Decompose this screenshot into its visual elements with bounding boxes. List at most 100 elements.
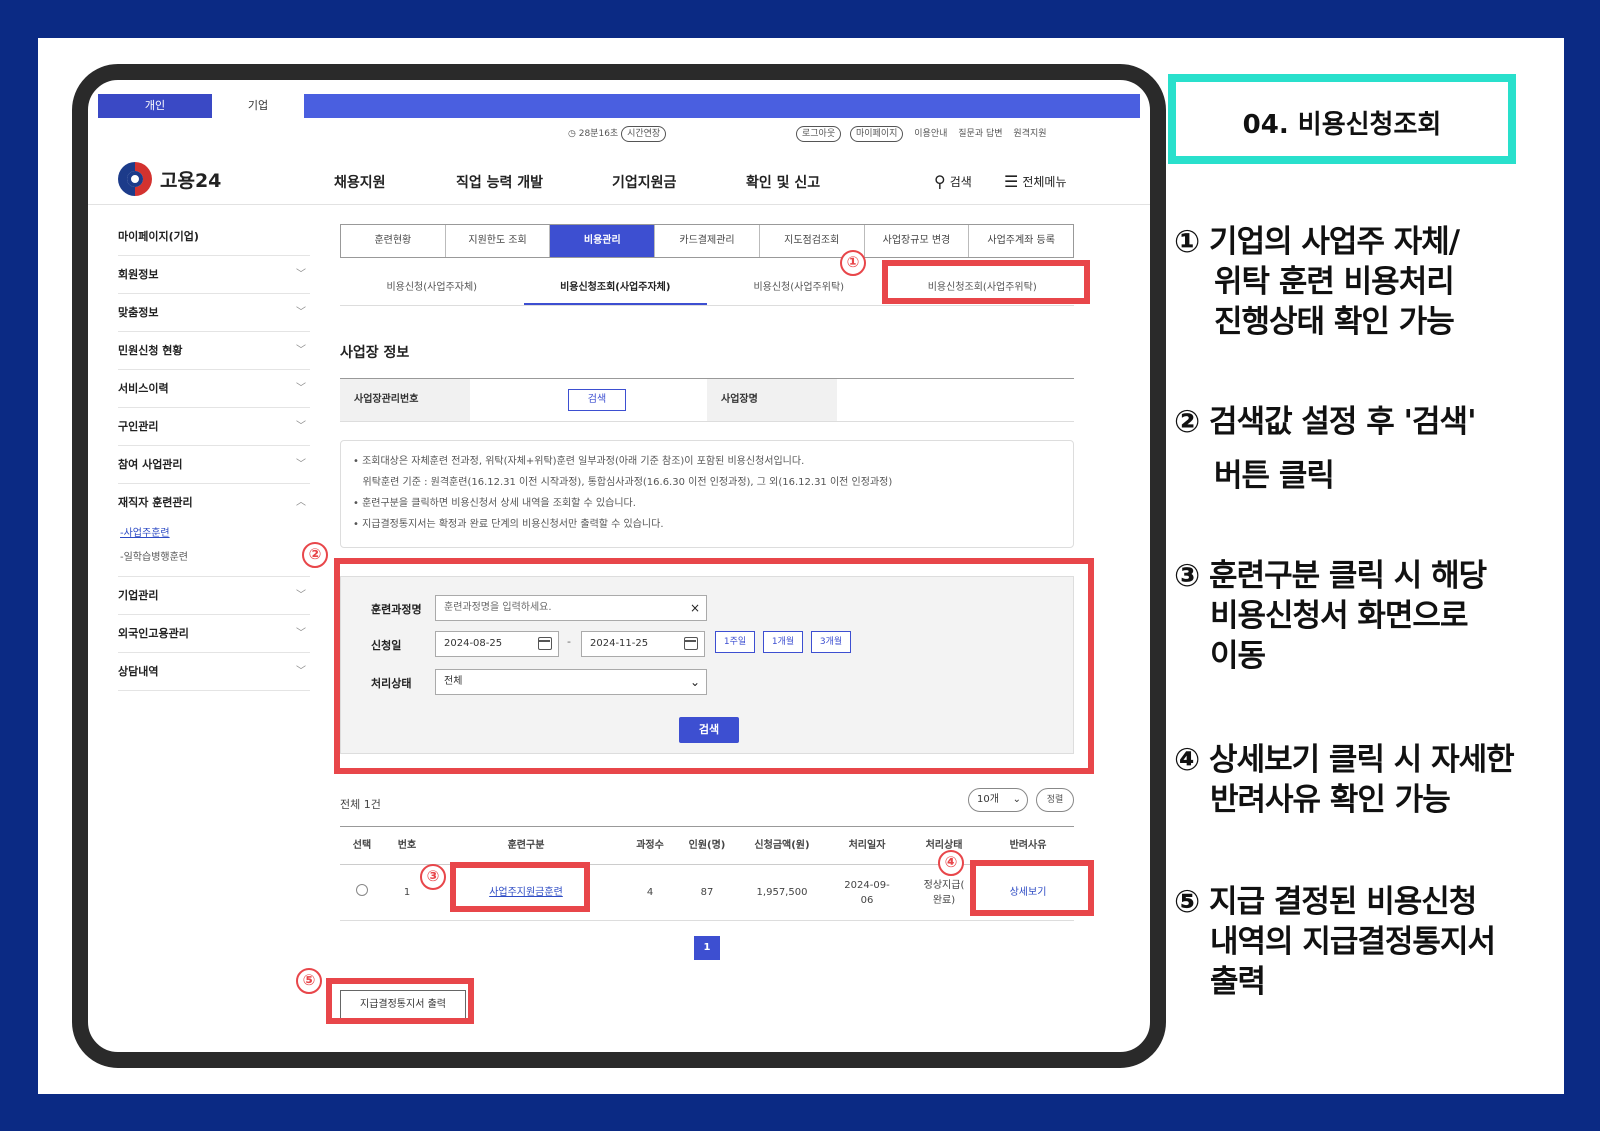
gnb-job-support[interactable]: 채용지원 [334,172,386,192]
note-num: ④ [1174,742,1200,778]
sidebar: 마이페이지(기업) 회원정보 ﹀ 맞춤정보 ﹀ 민원신청 현황 ﹀ 서비스이력 ﹀ 구인… [118,218,310,691]
logout-button[interactable]: 로그아웃 [796,126,842,142]
notice-box: • 조회대상은 자체훈련 전과정, 위탁(자체+위탁)훈련 일부과정(아래 기준… [340,440,1074,548]
row-people: 87 [700,887,714,898]
total-count: 전체 1건 [340,798,381,811]
annotation-box-2 [334,558,1094,774]
tab-account[interactable]: 사업주계좌 등록 [969,225,1073,257]
col-select: 선택 [352,840,372,851]
row-radio[interactable] [356,884,368,896]
business-name-label: 사업장명 [707,379,837,421]
notice-line: • 지급결정통지서는 확정과 완료 단계의 비용신청서만 출력할 수 있습니다. [353,519,664,530]
brand-name: 고용24 [160,169,222,192]
search-icon: ⚲ [934,172,946,191]
sidebar-item-foreign[interactable]: 외국인고용관리 ﹀ [118,615,310,653]
sidebar-subitem-work-study[interactable]: -일학습병행훈련 [118,546,310,577]
tab-company[interactable]: 기업 [212,94,304,118]
sidebar-item-consult[interactable]: 상담내역 ﹀ [118,653,310,691]
chevron-down-icon: ﹀ [296,269,306,280]
sidebar-item-custom[interactable]: 맞춤정보 ﹀ [118,294,310,332]
sidebar-item-recruit[interactable]: 구인관리 ﹀ [118,408,310,446]
pagination-page-1[interactable]: 1 [694,936,720,960]
row-select [340,884,384,901]
chevron-down-icon: ﹀ [296,307,306,318]
table-header: 선택 번호 훈련구분 과정수 인원(명) 신청금액(원) 처리일자 처리상태 반… [340,827,1074,865]
sidebar-item-label: 회원정보 [118,268,159,281]
session-timer: ◷ 28분16초 시간연장 [568,126,667,142]
section-title: 사업장 정보 [340,345,410,361]
note-line: 출력 [1210,964,1266,1000]
sidebar-item-member[interactable]: 회원정보 ﹀ [118,256,310,294]
note-line: 반려사유 확인 가능 [1210,782,1451,818]
row-date-line1: 2024-09- [844,879,890,891]
note-line: 진행상태 확인 가능 [1214,304,1455,340]
row-date: 2024-09- 06 [828,878,906,908]
main-tabs: 훈련현황 지원한도 조회 비용관리 카드결제관리 지도점검조회 사업장규모 변경… [340,224,1074,258]
sort-button[interactable]: 정렬 [1036,788,1074,812]
sidebar-item-label: 구인관리 [118,420,159,433]
col-type: 훈련구분 [507,840,545,851]
notice-line: 위탁훈련 기준 : 원격훈련(16.12.31 이전 시작과정), 통합심사과정… [353,477,893,488]
gnb-report[interactable]: 확인 및 신고 [746,172,820,192]
tab-cost-management[interactable]: 비용관리 [550,225,656,257]
gnb-skill-development[interactable]: 직업 능력 개발 [456,172,543,192]
sidebar-item-label: 서비스이력 [118,382,169,395]
business-search-button[interactable]: 검색 [568,389,626,411]
tab-apply-self[interactable]: 비용신청(사업주자체) [340,272,524,305]
sidebar-item-label: 맞춤정보 [118,306,159,319]
taegeuk-logo-icon [118,162,152,196]
gnb-company-subsidy[interactable]: 기업지원금 [612,172,676,192]
extend-button[interactable]: 시간연장 [621,126,667,142]
note-num: ⑤ [1174,884,1200,920]
session-time: 28분16초 [578,129,619,139]
note-2: ② 검색값 설정 후 '검색' 버튼 클릭 [1174,402,1477,496]
chevron-down-icon: ﹀ [296,459,306,470]
all-menu[interactable]: ☰ 전체메뉴 [1004,172,1067,191]
business-name-cell [837,379,1074,421]
note-line: 비용신청서 화면으로 [1210,598,1468,634]
search-menu[interactable]: ⚲ 검색 [934,172,972,191]
note-4: ④ 상세보기 클릭 시 자세한 반려사유 확인 가능 [1174,740,1515,820]
notice-line: • 훈련구분을 클릭하면 비용신청서 상세 내역을 조회할 수 있습니다. [353,498,636,509]
mypage-button[interactable]: 마이페이지 [850,126,904,142]
tab-scale-change[interactable]: 사업장규모 변경 [865,225,970,257]
sidebar-item-project[interactable]: 참여 사업관리 ﹀ [118,446,310,484]
note-line: 상세보기 클릭 시 자세한 [1209,742,1515,778]
notice-line: • 조회대상은 자체훈련 전과정, 위탁(자체+위탁)훈련 일부과정(아래 기준… [353,456,805,467]
col-amount: 신청금액(원) [754,840,810,851]
tab-training-status[interactable]: 훈련현황 [341,225,446,257]
sidebar-item-label: 재직자 훈련관리 [118,496,193,509]
note-line: 기업의 사업주 자체/ [1209,224,1460,260]
link-qna[interactable]: 질문과 답변 [958,129,1002,139]
tab-limit[interactable]: 지원한도 조회 [446,225,551,257]
sidebar-subitem-employer-training[interactable]: -사업주훈련 [118,522,310,546]
chevron-down-icon: ﹀ [296,345,306,356]
tab-inquiry-self[interactable]: 비용신청조회(사업주자체) [523,272,707,305]
chevron-down-icon: ﹀ [296,421,306,432]
link-remote[interactable]: 원격지원 [1013,129,1046,139]
col-number: 번호 [397,840,417,851]
web-screen: 개인 기업 ◷ 28분16초 시간연장 로그아웃 마이페이지 이용안내 질문과 … [88,80,1150,1052]
tab-personal[interactable]: 개인 [98,94,212,118]
note-num: ② [1174,404,1200,440]
col-reason: 반려사유 [1009,840,1047,851]
sidebar-item-company[interactable]: 기업관리 ﹀ [118,577,310,615]
row-number: 1 [403,887,411,898]
tab-card[interactable]: 카드결제관리 [655,225,760,257]
chevron-down-icon: ﹀ [296,383,306,394]
row-courses: 4 [646,887,654,898]
marker-1: ① [840,250,866,276]
sidebar-item-service[interactable]: 서비스이력 ﹀ [118,370,310,408]
link-guide[interactable]: 이용안내 [914,129,947,139]
annotation-box-3 [450,862,590,912]
chevron-down-icon: ﹀ [296,590,306,601]
sidebar-item-petition[interactable]: 민원신청 현황 ﹀ [118,332,310,370]
sidebar-item-training[interactable]: 재직자 훈련관리 ︿ [118,484,310,522]
annotation-box-4 [970,860,1094,916]
note-line: 검색값 설정 후 '검색' [1209,404,1477,440]
brand-logo[interactable]: 고용24 [118,162,221,196]
note-line: 내역의 지급결정통지서 [1210,924,1496,960]
row-date-line2: 06 [860,894,874,906]
tab-apply-entrusted[interactable]: 비용신청(사업주위탁) [707,272,891,305]
page-size-select[interactable]: 10개 ⌄ [968,788,1028,812]
